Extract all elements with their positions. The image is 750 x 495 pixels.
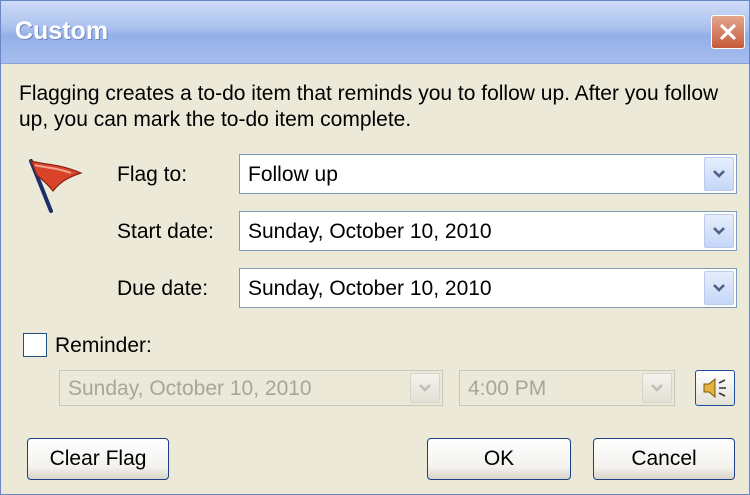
reminder-time-dropdown-button[interactable] [642,373,672,403]
cancel-button[interactable]: Cancel [593,438,735,480]
ok-button[interactable]: OK [427,438,571,480]
start-date-value: Sunday, October 10, 2010 [248,220,492,243]
red-flag-icon [29,159,83,213]
due-date-value: Sunday, October 10, 2010 [248,277,492,300]
chevron-down-icon [419,384,431,392]
reminder-time-value: 4:00 PM [468,377,547,400]
due-date-combo[interactable]: Sunday, October 10, 2010 [239,268,737,308]
title-bar[interactable]: Custom [1,1,749,64]
custom-flag-dialog: Custom Flagging creates a to-do item tha… [0,0,750,495]
reminder-time-combo[interactable]: 4:00 PM [459,370,675,406]
reminder-label: Reminder: [55,334,152,357]
reminder-date-value: Sunday, October 10, 2010 [68,377,312,400]
flag-description: Flagging creates a to-do item that remin… [19,82,719,131]
clear-flag-button[interactable]: Clear Flag [27,438,169,480]
chevron-down-icon [651,384,663,392]
flag-to-value: Follow up [248,163,338,186]
window-title: Custom [15,17,109,45]
reminder-date-dropdown-button[interactable] [410,373,440,403]
due-date-label: Due date: [117,277,209,300]
close-icon [720,24,736,40]
chevron-down-icon [713,284,725,292]
flag-to-combo[interactable]: Follow up [239,154,737,194]
close-button[interactable] [711,15,745,49]
reminder-sound-button[interactable] [695,370,735,406]
start-date-combo[interactable]: Sunday, October 10, 2010 [239,211,737,251]
chevron-down-icon [713,170,725,178]
chevron-down-icon [713,227,725,235]
flag-to-dropdown-button[interactable] [704,157,734,191]
start-date-dropdown-button[interactable] [704,214,734,248]
due-date-dropdown-button[interactable] [704,271,734,305]
reminder-date-combo[interactable]: Sunday, October 10, 2010 [59,370,443,406]
reminder-checkbox[interactable] [23,333,47,357]
speaker-icon [703,377,726,399]
flag-to-label: Flag to: [117,163,188,186]
start-date-label: Start date: [117,220,214,243]
